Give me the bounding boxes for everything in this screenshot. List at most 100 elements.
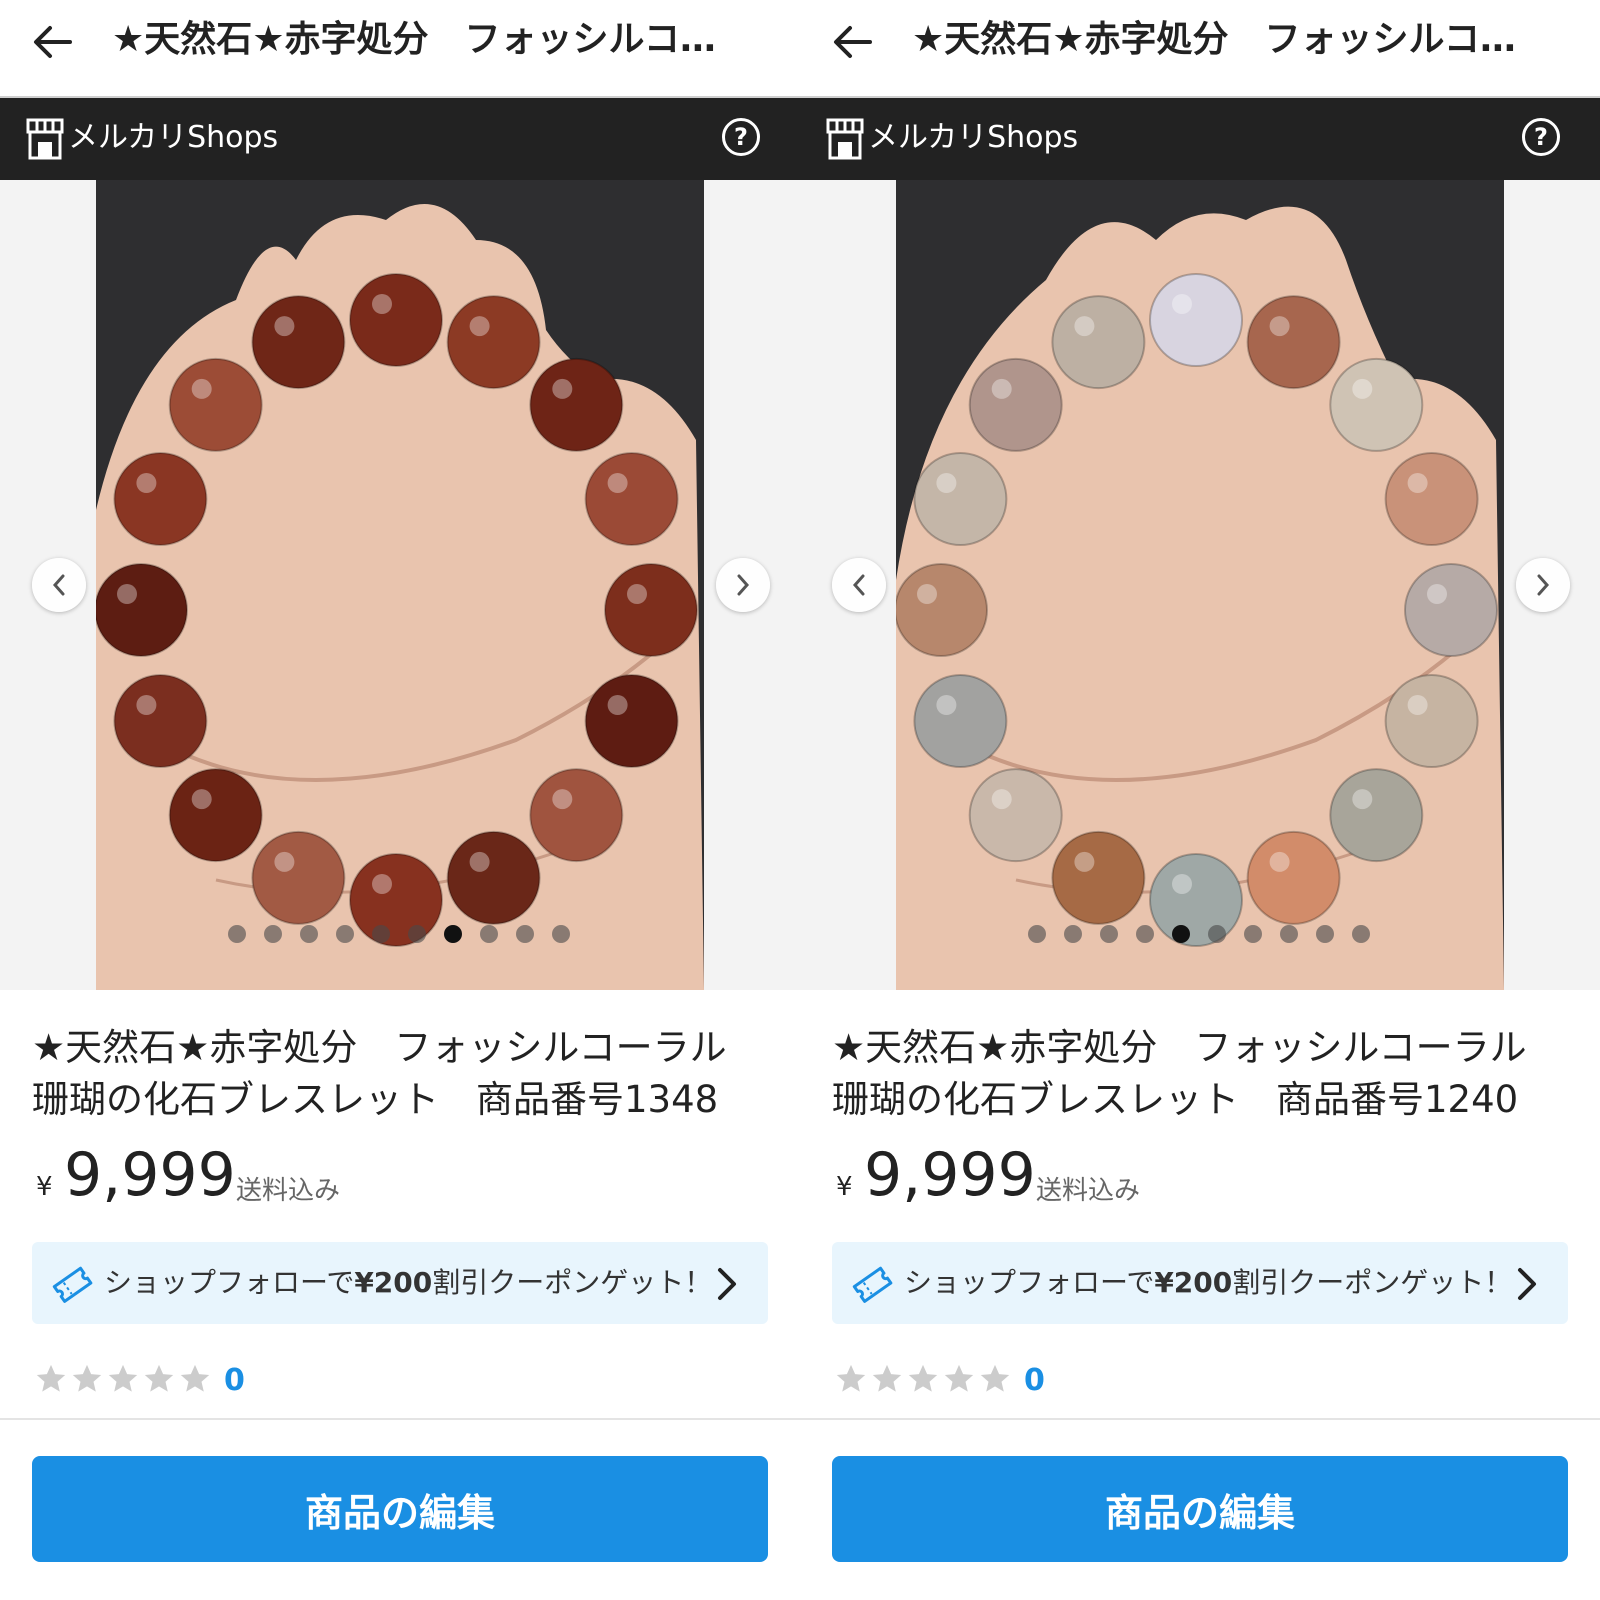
ticket-icon (52, 1266, 93, 1303)
product-photo[interactable] (96, 180, 704, 990)
back-button[interactable] (826, 16, 878, 68)
gallery-dot[interactable] (444, 925, 462, 943)
gallery-dot[interactable] (1172, 925, 1190, 943)
coupon-banner[interactable]: ショップフォローで¥200割引クーポンゲット！ (32, 1242, 768, 1324)
next-image-button[interactable] (1516, 558, 1570, 612)
currency-symbol: ¥ (836, 1172, 853, 1202)
back-button[interactable] (26, 16, 78, 68)
gallery-dot[interactable] (300, 925, 318, 943)
gallery-dot[interactable] (264, 925, 282, 943)
gallery-dot[interactable] (552, 925, 570, 943)
item-title: ★天然石★赤字処分 フォッシルコーラル 珊瑚の化石ブレスレット 商品番号1240 (832, 1022, 1580, 1126)
item-title: ★天然石★赤字処分 フォッシルコーラル 珊瑚の化石ブレスレット 商品番号1348 (32, 1022, 780, 1126)
item-title-line2: 珊瑚の化石ブレスレット 商品番号1240 (832, 1078, 1519, 1121)
gallery-dot[interactable] (1316, 925, 1334, 943)
image-gallery[interactable] (0, 180, 800, 990)
star-icon (980, 1364, 1010, 1392)
gallery-dot[interactable] (228, 925, 246, 943)
arrow-left-icon (34, 26, 72, 58)
coupon-text-pre: ショップフォローで (904, 1266, 1155, 1299)
gallery-dot[interactable] (372, 925, 390, 943)
star-rating (34, 1362, 214, 1400)
star-icon (944, 1364, 974, 1392)
gallery-dot[interactable] (480, 925, 498, 943)
star-icon (180, 1364, 210, 1392)
gallery-dot[interactable] (1136, 925, 1154, 943)
page-title: ★天然石★赤字処分 フォッシルコ… (912, 19, 1516, 60)
app-bar: ★天然石★赤字処分 フォッシルコ… (800, 0, 1600, 98)
shipping-label: 送料込み (236, 1176, 341, 1206)
price: 9,999 (864, 1140, 1036, 1210)
shops-label: メルカリShops (868, 120, 1079, 155)
shops-label: メルカリShops (68, 120, 279, 155)
gallery-dot[interactable] (516, 925, 534, 943)
rating[interactable]: 0 (34, 1362, 245, 1400)
gallery-dot[interactable] (1100, 925, 1118, 943)
arrow-left-icon (834, 26, 872, 58)
edit-item-button[interactable]: 商品の編集 (32, 1456, 768, 1562)
app-bar: ★天然石★赤字処分 フォッシルコ… (0, 0, 800, 98)
gallery-dot[interactable] (1064, 925, 1082, 943)
shop-icon (826, 118, 864, 160)
item-title-line1: ★天然石★赤字処分 フォッシルコーラル (32, 1026, 727, 1069)
coupon-amount: ¥200 (1154, 1266, 1233, 1299)
item-title-line1: ★天然石★赤字処分 フォッシルコーラル (832, 1026, 1527, 1069)
gallery-dots (228, 925, 570, 943)
star-icon (836, 1364, 866, 1392)
help-icon[interactable]: ? (1522, 118, 1560, 156)
gallery-dots (1028, 925, 1370, 943)
page-title: ★天然石★赤字処分 フォッシルコ… (112, 19, 716, 60)
rating-count: 0 (1024, 1363, 1045, 1398)
ticket-icon (852, 1266, 893, 1303)
gallery-dot[interactable] (1208, 925, 1226, 943)
edit-item-button[interactable]: 商品の編集 (832, 1456, 1568, 1562)
star-icon (72, 1364, 102, 1392)
previous-image-button[interactable] (32, 558, 86, 612)
chevron-right-icon (718, 1268, 736, 1300)
previous-image-button[interactable] (832, 558, 886, 612)
chevron-right-icon (1537, 574, 1550, 596)
star-icon (36, 1364, 66, 1392)
product-panel-1240: ★天然石★赤字処分 フォッシルコ… メルカリShops ? ★天然石★赤字処分 … (800, 0, 1600, 1600)
star-icon (108, 1364, 138, 1392)
gallery-dot[interactable] (408, 925, 426, 943)
shops-bar: メルカリShops ? (0, 98, 800, 180)
coupon-text: ショップフォローで¥200割引クーポンゲット！ (904, 1260, 1512, 1306)
coupon-text-pre: ショップフォローで (104, 1266, 355, 1299)
item-title-line2: 珊瑚の化石ブレスレット 商品番号1348 (32, 1078, 719, 1121)
image-gallery[interactable] (800, 180, 1600, 990)
divider (800, 1418, 1600, 1420)
coupon-text: ショップフォローで¥200割引クーポンゲット！ (104, 1260, 712, 1306)
star-icon (908, 1364, 938, 1392)
star-icon (144, 1364, 174, 1392)
bracelet-photo-image (896, 180, 1504, 990)
coupon-amount: ¥200 (354, 1266, 433, 1299)
divider (0, 1418, 800, 1420)
rating[interactable]: 0 (834, 1362, 1045, 1400)
shop-icon (26, 118, 64, 160)
coupon-text-post: 割引クーポンゲット！ (432, 1266, 713, 1299)
gallery-dot[interactable] (1028, 925, 1046, 943)
coupon-text-post: 割引クーポンゲット！ (1232, 1266, 1513, 1299)
currency-symbol: ¥ (36, 1172, 53, 1202)
gallery-dot[interactable] (1352, 925, 1370, 943)
chevron-right-icon (737, 574, 750, 596)
price: 9,999 (64, 1140, 236, 1210)
gallery-dot[interactable] (1244, 925, 1262, 943)
gallery-dot[interactable] (336, 925, 354, 943)
shipping-label: 送料込み (1036, 1176, 1141, 1206)
product-photo[interactable] (896, 180, 1504, 990)
chevron-left-icon (852, 574, 865, 596)
star-rating (834, 1362, 1014, 1400)
gallery-dot[interactable] (1280, 925, 1298, 943)
product-panel-1348: ★天然石★赤字処分 フォッシルコ… メルカリShops ? ★天然石★赤字処分 … (0, 0, 800, 1600)
chevron-left-icon (52, 574, 65, 596)
rating-count: 0 (224, 1363, 245, 1398)
bracelet-photo-image (96, 180, 704, 990)
help-icon[interactable]: ? (722, 118, 760, 156)
star-icon (872, 1364, 902, 1392)
next-image-button[interactable] (716, 558, 770, 612)
chevron-right-icon (1518, 1268, 1536, 1300)
shops-bar: メルカリShops ? (800, 98, 1600, 180)
coupon-banner[interactable]: ショップフォローで¥200割引クーポンゲット！ (832, 1242, 1568, 1324)
